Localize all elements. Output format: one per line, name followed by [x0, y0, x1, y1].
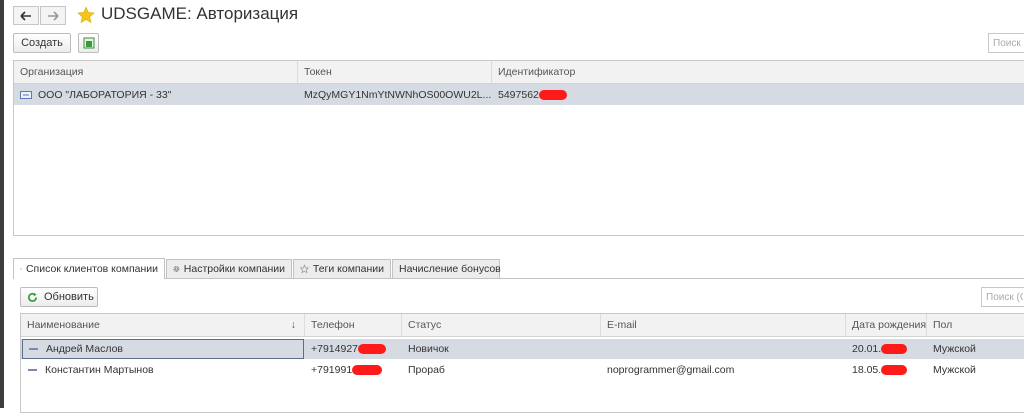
column-name[interactable]: Наименование ↓: [21, 314, 305, 336]
refresh-label: Обновить: [44, 291, 94, 303]
organization-icon: [20, 90, 32, 99]
cell-phone: +7914927: [305, 339, 402, 359]
organization-name: ООО "ЛАБОРАТОРИЯ - 33": [38, 88, 172, 101]
tab-label: Начисление бонусов: [399, 263, 501, 275]
arrow-left-icon: [20, 10, 31, 21]
auth-table: Организация Токен Идентификатор ООО "ЛАБ…: [13, 60, 1024, 236]
identifier-value: 5497562: [498, 88, 539, 101]
client-icon: [28, 369, 37, 371]
cell-email: [601, 339, 846, 359]
back-button[interactable]: [13, 6, 39, 25]
column-email[interactable]: E-mail: [601, 314, 846, 336]
column-phone[interactable]: Телефон: [305, 314, 402, 336]
redaction-mark: [358, 344, 387, 354]
redaction-mark: [881, 365, 908, 375]
refresh-icon: [28, 292, 37, 302]
clients-table-header: Наименование ↓ Телефон Статус E-mail Дат…: [21, 314, 1024, 337]
cell-birthdate: 18.05.: [846, 360, 927, 380]
users-icon: [20, 268, 22, 270]
tab-company-settings[interactable]: Настройки компании: [166, 259, 292, 278]
tab-clients-list[interactable]: Список клиентов компании: [13, 258, 165, 279]
gear-icon: [173, 266, 180, 272]
phone-value: +7914927: [311, 343, 359, 355]
tab-company-tags[interactable]: Теги компании: [293, 259, 391, 278]
column-status[interactable]: Статус: [402, 314, 601, 336]
page-title: UDSGAME: Авторизация: [101, 4, 299, 23]
birthdate-value: 18.05.: [852, 364, 882, 376]
excel-export-button[interactable]: [78, 33, 99, 53]
client-icon: [29, 348, 38, 350]
column-name-label: Наименование: [27, 319, 100, 331]
column-birthdate[interactable]: Дата рождения: [846, 314, 927, 336]
cell-status: Новичок: [408, 343, 449, 355]
window-edge: [0, 0, 4, 408]
tab-label: Теги компании: [312, 263, 384, 275]
clients-table: Наименование ↓ Телефон Статус E-mail Дат…: [20, 313, 1024, 413]
cell-name: Андрей Маслов: [22, 339, 304, 359]
tab-label: Список клиентов компании: [25, 263, 158, 275]
column-identifier[interactable]: Идентификатор: [492, 61, 1024, 83]
cell-name: Константин Мартынов: [21, 360, 305, 380]
cell-phone: +791991: [305, 360, 402, 380]
cell-status: Прораб: [408, 364, 445, 376]
favorite-star-icon[interactable]: [77, 6, 95, 24]
client-name: Константин Мартынов: [45, 364, 154, 376]
table-row[interactable]: ООО "ЛАБОРАТОРИЯ - 33" MzQyMGY1NmYtNWNhO…: [14, 84, 1024, 105]
redaction-mark: [538, 89, 567, 100]
create-button[interactable]: Создать: [13, 33, 71, 53]
refresh-button[interactable]: Обновить: [20, 287, 98, 307]
auth-table-header: Организация Токен Идентификатор: [14, 61, 1024, 84]
birthdate-value: 20.01.: [852, 343, 882, 355]
arrow-right-icon: [48, 10, 59, 21]
cell-gender: Мужской: [933, 343, 976, 355]
table-row[interactable]: Константин Мартынов +791991 Прораб nopro…: [21, 360, 1024, 380]
cell-birthdate: 20.01.: [846, 339, 927, 359]
cell-token: MzQyMGY1NmYtNWNhOS00OWU2L...: [304, 88, 492, 101]
star-outline-icon: [300, 264, 309, 274]
client-name: Андрей Маслов: [46, 343, 124, 355]
redaction-mark: [352, 365, 383, 375]
sort-down-icon: ↓: [290, 319, 296, 331]
tab-bonus-accrual[interactable]: Начисление бонусов: [392, 259, 501, 278]
table-row[interactable]: Андрей Маслов +7914927 Новичок 20.01. Му…: [21, 339, 1024, 359]
column-gender[interactable]: Пол: [927, 314, 1024, 336]
column-token[interactable]: Токен: [298, 61, 492, 83]
forward-button[interactable]: [40, 6, 66, 25]
spreadsheet-icon: [83, 37, 94, 49]
column-organization[interactable]: Организация: [14, 61, 298, 83]
clients-search-input[interactable]: [981, 287, 1024, 307]
tab-label: Настройки компании: [183, 263, 285, 275]
phone-value: +791991: [311, 364, 353, 376]
redaction-mark: [881, 344, 908, 354]
search-input[interactable]: [988, 33, 1024, 53]
cell-email: noprogrammer@gmail.com: [607, 364, 735, 376]
cell-gender: Мужской: [933, 364, 976, 376]
cell-identifier: 5497562: [492, 84, 792, 105]
cell-organization: ООО "ЛАБОРАТОРИЯ - 33": [14, 84, 298, 105]
